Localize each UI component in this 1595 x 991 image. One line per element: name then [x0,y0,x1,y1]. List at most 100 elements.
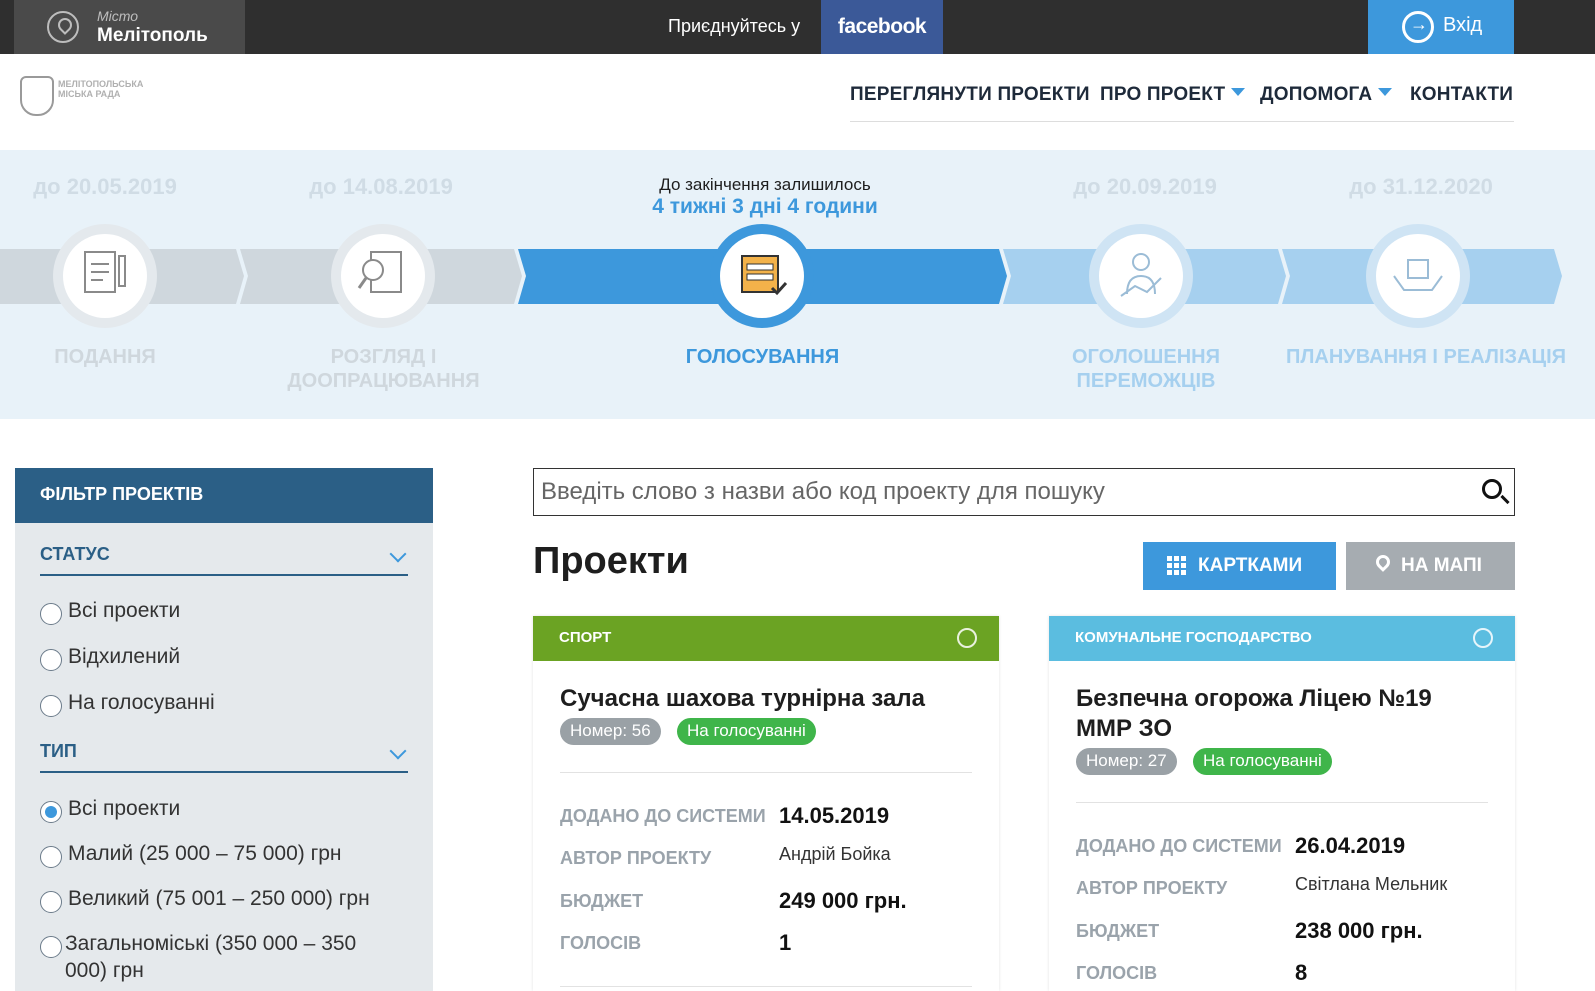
view-cards-button[interactable]: КАРТКАМИ [1143,542,1336,590]
nav-about-project[interactable]: ПРО ПРОЕКТ [1100,84,1246,106]
login-icon [1402,11,1434,43]
page-title: Проекти [533,540,689,582]
nav-view-projects[interactable]: ПЕРЕГЛЯНУТИ ПРОЕКТИ [850,84,1090,106]
login-label: Вхід [1443,14,1483,36]
filter-type-title: ТИП [40,741,77,761]
chevron-down-icon [389,545,407,563]
login-button[interactable]: Вхід [1368,0,1514,54]
map-pin-icon [1373,552,1393,572]
step-circle-5[interactable] [1366,224,1470,328]
city-selector[interactable]: Місто Мелітополь [14,0,245,54]
magnifier-document-icon [341,234,425,318]
step-circle-4[interactable] [1089,224,1193,328]
nav-help-label: ДОПОМОГА [1260,84,1373,105]
person-chart-icon [1099,234,1183,318]
radio-button[interactable] [40,603,62,625]
main-nav: ПЕРЕГЛЯНУТИ ПРОЕКТИ ПРО ПРОЕКТ ДОПОМОГА … [850,82,1514,122]
card-title[interactable]: Сучасна шахова турнірна зала [560,684,980,714]
budget-label: БЮДЖЕТ [560,891,644,911]
step-circle-3[interactable] [710,224,814,328]
project-card[interactable]: СПОРТ Сучасна шахова турнірна зала Номер… [533,616,999,991]
projects-filter: ФІЛЬТР ПРОЕКТІВ СТАТУС Всі проекти Відхи… [15,468,433,991]
step-name-2: РОЗГЛЯД І ДООПРАЦЮВАННЯ [287,346,480,392]
card-divider [560,772,972,773]
radio-button[interactable] [40,695,62,717]
chevron-down-icon [389,742,407,760]
step-date-2: до 14.08.2019 [309,174,453,199]
filter-status-toggle[interactable]: СТАТУС [40,538,408,576]
card-number-badge: Номер: 56 [560,718,661,745]
grid-icon [1167,556,1187,576]
city-crest-icon [20,76,54,116]
step-circle-2[interactable] [331,224,435,328]
card-category-bar: СПОРТ [533,616,999,661]
added-value: 26.04.2019 [1295,833,1406,858]
added-label: ДОДАНО ДО СИСТЕМИ [560,806,766,826]
step-date-5: до 31.12.2020 [1349,174,1493,199]
card-title-line: Безпечна огорожа Ліцею №19 [1076,685,1432,712]
ballot-icon [720,234,804,318]
hands-box-icon [1376,234,1460,318]
author-value: Світлана Мельник [1295,874,1448,894]
filter-type-toggle[interactable]: ТИП [40,735,408,773]
added-value: 14.05.2019 [779,803,890,828]
radio-button[interactable] [40,846,62,868]
nav-help[interactable]: ДОПОМОГА [1260,84,1393,106]
author-label: АВТОР ПРОЕКТУ [1076,878,1228,898]
join-text: Приєднуйтесь у [668,16,801,36]
votes-label: ГОЛОСІВ [1076,963,1158,983]
card-category: КОМУНАЛЬНЕ ГОСПОДАРСТВО [1075,629,1312,646]
added-label: ДОДАНО ДО СИСТЕМИ [1076,836,1282,856]
budget-value: 238 000 грн. [1295,918,1423,943]
top-bar: Місто Мелітополь Приєднуйтесь у facebook… [0,0,1595,54]
tree-icon [1473,628,1493,648]
document-pen-icon [63,234,147,318]
card-category: СПОРТ [559,629,612,646]
search-input[interactable] [534,469,1454,514]
radio-button[interactable] [40,649,62,671]
radio-button-selected[interactable] [40,801,62,823]
budget-value: 249 000 грн. [779,888,907,913]
view-map-button[interactable]: НА МАПІ [1346,542,1515,590]
city-name: Мелітополь [97,25,208,46]
caret-down-icon [1231,88,1246,96]
nav-about-label: ПРО ПРОЕКТ [1100,84,1226,105]
countdown-label: До закінчення залишилось [659,175,871,194]
filter-title: ФІЛЬТР ПРОЕКТІВ [15,468,433,523]
nav-contacts[interactable]: КОНТАКТИ [1410,84,1513,106]
step-name-3: ГОЛОСУВАННЯ [685,346,840,368]
search-icon[interactable] [1482,479,1502,499]
countdown-value: 4 тижні 3 дні 4 години [652,195,878,218]
location-pin-icon [47,11,79,43]
votes-value: 1 [779,930,792,955]
project-card[interactable]: КОМУНАЛЬНЕ ГОСПОДАРСТВО Безпечна огорожа… [1049,616,1515,991]
radio-button[interactable] [40,891,62,913]
caret-down-icon [1378,88,1393,96]
process-steps: до 20.05.2019 до 14.08.2019 До закінченн… [0,150,1595,419]
author-label: АВТОР ПРОЕКТУ [560,848,712,868]
site-logo[interactable]: МЕЛІТОПОЛЬСЬКА МІСЬКА РАДА [20,74,160,116]
step-date-1: до 20.05.2019 [33,174,177,199]
votes-label: ГОЛОСІВ [560,933,642,953]
status-badge: На голосуванні [1193,748,1332,775]
filter-status-title: СТАТУС [40,544,110,564]
status-badge: На голосуванні [677,718,816,745]
step-date-4: до 20.09.2019 [1073,174,1217,199]
volleyball-icon [957,628,977,648]
author-value: Андрій Бойка [779,844,891,864]
card-divider [1076,802,1488,803]
logo-text: МЕЛІТОПОЛЬСЬКА МІСЬКА РАДА [58,79,144,99]
budget-label: БЮДЖЕТ [1076,921,1160,941]
step-name-5: ПЛАНУВАННЯ І РЕАЛІЗАЦІЯ [1285,346,1567,368]
votes-value: 8 [1295,960,1308,985]
step-name-1: ПОДАННЯ [54,346,156,368]
city-label: Місто [97,8,139,24]
facebook-link[interactable]: facebook [821,0,943,54]
step-name-4: ОГОЛОШЕННЯ ПЕРЕМОЖЦІВ [1072,346,1220,392]
card-category-bar: КОМУНАЛЬНЕ ГОСПОДАРСТВО [1049,616,1515,661]
card-title[interactable]: Безпечна огорожа Ліцею №19 ММР ЗО [1076,684,1496,744]
step-circle-1[interactable] [53,224,157,328]
radio-button[interactable] [40,936,62,958]
card-title-line: ММР ЗО [1076,715,1173,742]
card-divider [560,986,972,987]
